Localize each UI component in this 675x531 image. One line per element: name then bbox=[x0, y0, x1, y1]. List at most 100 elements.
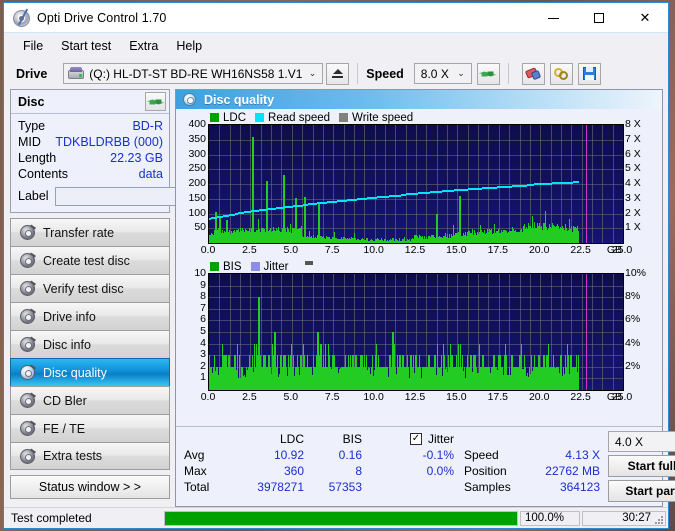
sidebar-item-transfer-rate[interactable]: Transfer rate bbox=[10, 218, 170, 246]
jitter-checkbox[interactable]: ✓ bbox=[409, 433, 422, 445]
disc-row-value: BD-R bbox=[132, 119, 163, 133]
x-axis-tick-label: 10.0 bbox=[363, 244, 384, 256]
readout-samples-label: Samples bbox=[464, 480, 511, 494]
legend-label-jitter: Jitter bbox=[263, 260, 289, 273]
chevron-down-icon: ⌄ bbox=[457, 68, 465, 78]
stats-total-bis: 57353 bbox=[328, 480, 362, 494]
legend-label-ldc: LDC bbox=[223, 111, 247, 124]
legend-swatch-read-speed bbox=[255, 113, 265, 122]
statistics-bar: LDC BIS ✓ Jitter Avg 10.92 0.16 -0.1% Ma… bbox=[176, 426, 675, 506]
eject-button[interactable] bbox=[326, 62, 350, 85]
stats-row-max: Max 360 8 0.0% bbox=[184, 463, 454, 479]
sidebar-item-fe-te[interactable]: FE / TE bbox=[10, 414, 170, 442]
title-divider bbox=[4, 32, 668, 33]
tools-button[interactable] bbox=[549, 62, 573, 85]
progress-percent: 100.0% bbox=[520, 510, 580, 526]
content-area: Disc quality LDC Read speed Write speed bbox=[175, 89, 675, 507]
disc-icon bbox=[20, 224, 37, 240]
sidebar-item-cd-bler[interactable]: CD Bler bbox=[10, 386, 170, 414]
maximize-button[interactable] bbox=[576, 3, 622, 33]
disc-icon bbox=[20, 252, 37, 268]
stats-max-ldc: 360 bbox=[283, 464, 304, 478]
app-disc-icon bbox=[12, 8, 30, 27]
stats-header-row: LDC BIS ✓ Jitter bbox=[184, 431, 454, 447]
stats-header-bis: BIS bbox=[342, 432, 362, 446]
disc-icon bbox=[20, 308, 37, 324]
resize-grip-icon[interactable] bbox=[655, 516, 665, 526]
sidebar-item-disc-quality[interactable]: Disc quality bbox=[10, 358, 170, 386]
disc-refresh-button[interactable] bbox=[145, 92, 166, 111]
readout-speed-value: 4.13 X bbox=[565, 448, 600, 462]
disc-icon bbox=[20, 447, 37, 464]
x-axis-tick-label: 17.5 bbox=[487, 244, 509, 256]
sidebar-item-label: CD Bler bbox=[43, 393, 87, 408]
sidebar-item-label: Disc info bbox=[43, 337, 91, 352]
menu-help[interactable]: Help bbox=[167, 36, 211, 56]
sidebar-item-verify-test-disc[interactable]: Verify test disc bbox=[10, 274, 170, 302]
minimize-button[interactable] bbox=[530, 3, 576, 33]
y-axis-tick-label: 5 bbox=[200, 325, 206, 337]
x-axis-tick-label: 0.0 bbox=[200, 391, 216, 403]
x-axis-tick-label: 12.5 bbox=[404, 244, 426, 256]
disc-row-length: Length 22.23 GB bbox=[18, 150, 163, 166]
save-button[interactable] bbox=[577, 62, 601, 85]
menu-extra[interactable]: Extra bbox=[120, 36, 167, 56]
refresh-button[interactable] bbox=[476, 62, 500, 85]
y-axis-tick-label: 50 bbox=[194, 221, 206, 234]
test-speed-select[interactable]: 4.0 X ⌄ bbox=[608, 431, 675, 452]
close-button[interactable]: ✕ bbox=[622, 3, 668, 33]
jitter-label: Jitter bbox=[427, 432, 454, 446]
y-axis-tick-label: 3 bbox=[200, 348, 206, 361]
stats-avg-jitter: -0.1% bbox=[422, 448, 454, 462]
ldc-plot[interactable] bbox=[208, 124, 624, 244]
sidebar-item-disc-info[interactable]: Disc info bbox=[10, 330, 170, 358]
disc-info-panel: Disc Type BD-R MID TDKBLDRBB (000) Lengt… bbox=[10, 89, 261, 213]
menu-start-test[interactable]: Start test bbox=[52, 36, 120, 56]
sidebar-item-create-test-disc[interactable]: Create test disc bbox=[10, 246, 170, 274]
legend-swatch-bis bbox=[210, 262, 219, 271]
y-axis-tick-label: 200 bbox=[188, 177, 206, 189]
ldc-y-axis: 400 350 300 250 200 150 100 50 bbox=[180, 118, 211, 244]
menu-file[interactable]: File bbox=[14, 36, 52, 56]
toolbar-divider-1 bbox=[357, 63, 359, 84]
x-axis-tick-label: 15.0 bbox=[446, 391, 467, 403]
test-speed-value: 4.0 X bbox=[615, 434, 644, 449]
legend-swatch-jitter bbox=[250, 262, 260, 271]
disc-icon bbox=[20, 420, 37, 436]
disc-panel-header: Disc bbox=[11, 90, 169, 114]
ldc-chart: LDC Read speed Write speed 400 350 300 250 2… bbox=[180, 111, 658, 259]
application-window: Opti Drive Control 1.70 ✕ File Start tes… bbox=[3, 2, 675, 529]
disc-row-type: Type BD-R bbox=[18, 118, 163, 134]
y2-axis-tick-label: 4 X bbox=[625, 177, 641, 189]
erase-button[interactable] bbox=[521, 62, 545, 85]
bis-legend: BIS Jitter bbox=[180, 260, 658, 273]
disc-row-contents: Contents data bbox=[18, 166, 163, 182]
speed-select[interactable]: 8.0 X ⌄ bbox=[413, 63, 472, 84]
disc-icon bbox=[20, 364, 37, 380]
sidebar-item-extra-tests[interactable]: Extra tests bbox=[10, 442, 170, 470]
disc-row-value: data bbox=[138, 167, 163, 181]
readout-position: Position 22762 MB bbox=[464, 463, 600, 479]
y-axis-tick-label: 6 bbox=[200, 313, 206, 326]
bis-plot[interactable] bbox=[208, 273, 624, 391]
y-axis-tick-label: 9 bbox=[200, 278, 206, 291]
y-axis-tick-label: 10 bbox=[194, 267, 206, 279]
start-full-button[interactable]: Start full bbox=[608, 455, 675, 477]
bis-x-axis: 0.0 2.5 5.0 7.5 10.0 12.5 15.0 17.5 20.0 22.5 25.0… bbox=[201, 391, 633, 406]
toolbar-divider-2 bbox=[507, 63, 509, 84]
sidebar-item-label: Verify test disc bbox=[43, 281, 124, 296]
status-window-button[interactable]: Status window > > bbox=[10, 475, 170, 499]
y2-axis-tick-label: 5 X bbox=[625, 162, 641, 175]
y-axis-tick-label: 300 bbox=[188, 147, 206, 160]
sidebar-item-label: Create test disc bbox=[43, 253, 130, 268]
disc-panel-title: Disc bbox=[18, 94, 45, 109]
stats-row-avg: Avg 10.92 0.16 -0.1% bbox=[184, 447, 454, 463]
x-axis-tick-label: 22.5 bbox=[570, 244, 591, 256]
start-part-button[interactable]: Start part bbox=[608, 480, 675, 502]
progress-fill bbox=[165, 511, 517, 525]
sidebar-item-drive-info[interactable]: Drive info bbox=[10, 302, 170, 330]
disc-icon bbox=[20, 336, 37, 352]
disc-row-key: Contents bbox=[18, 167, 69, 181]
drive-select[interactable]: (Q:) HL-DT-ST BD-RE WH16NS58 1.V1 ⌄ bbox=[63, 63, 324, 84]
stats-header-ldc: LDC bbox=[279, 432, 304, 446]
